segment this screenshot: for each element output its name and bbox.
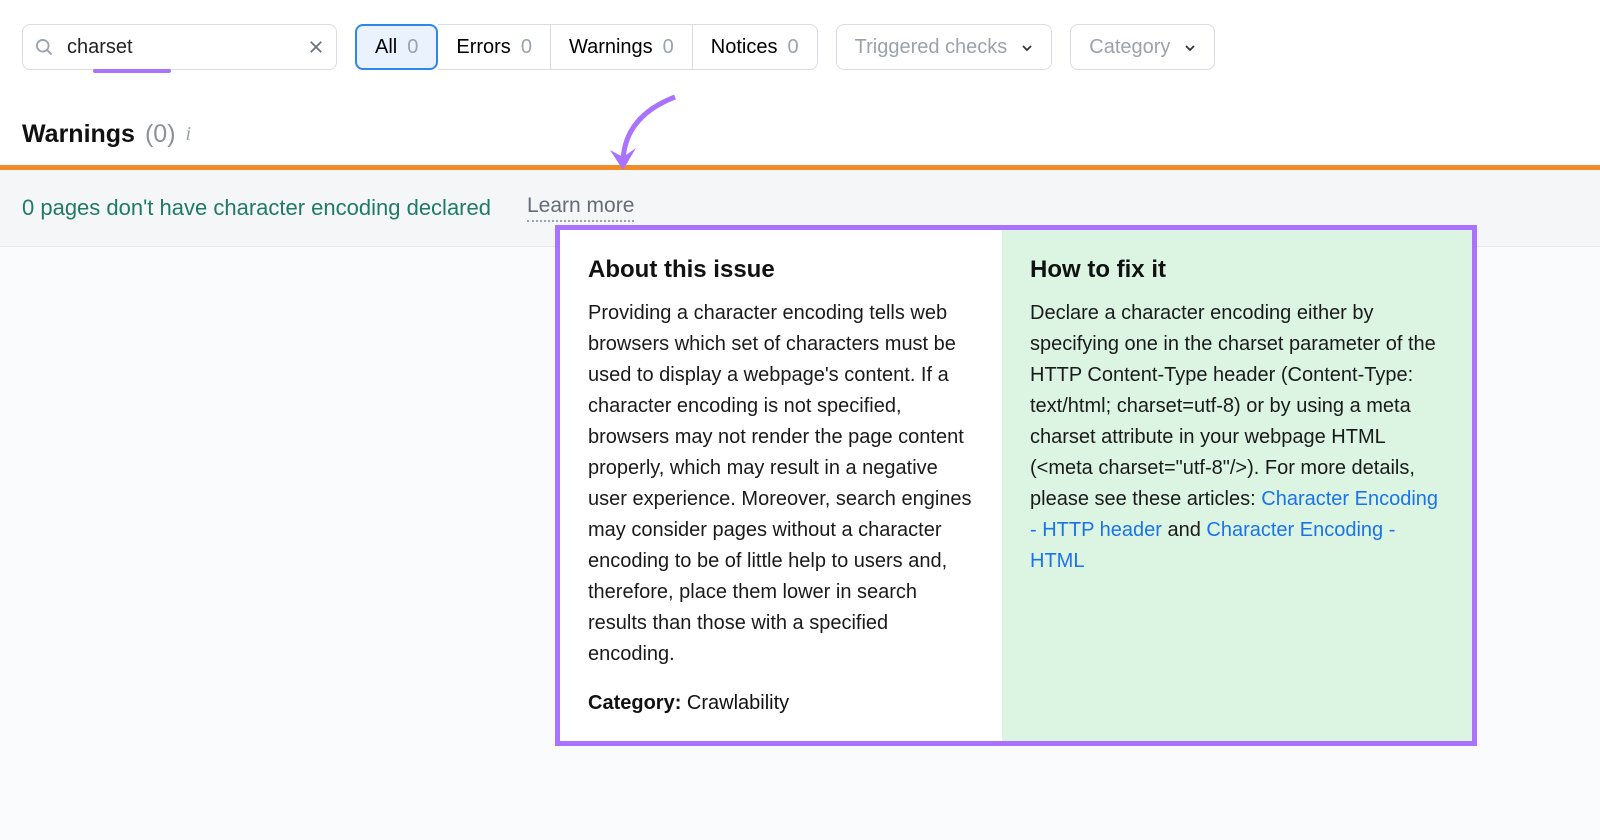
filter-count: 0 [788, 36, 799, 59]
fix-panel: How to fix it Declare a character encodi… [1002, 230, 1472, 741]
issue-details-popover: About this issue Providing a character e… [555, 225, 1477, 746]
filter-count: 0 [407, 36, 418, 59]
section-count: (0) [145, 120, 176, 149]
chevron-down-icon [1182, 40, 1196, 54]
filter-count: 0 [663, 36, 674, 59]
category-dropdown[interactable]: Category [1070, 24, 1215, 70]
category-line: Category: Crawlability [588, 692, 974, 715]
filter-label: Notices [711, 36, 778, 59]
search-field [22, 24, 337, 70]
chevron-down-icon [1019, 40, 1033, 54]
toolbar: All 0 Errors 0 Warnings 0 Notices 0 Trig… [0, 0, 1600, 88]
dropdown-label: Triggered checks [855, 36, 1008, 59]
section-header: Warnings (0) i [0, 88, 1600, 165]
about-panel: About this issue Providing a character e… [560, 230, 1002, 741]
dropdown-label: Category [1089, 36, 1170, 59]
category-value: Crawlability [687, 692, 789, 714]
issue-description[interactable]: 0 pages don't have character encoding de… [22, 195, 491, 221]
filter-notices[interactable]: Notices 0 [693, 24, 818, 70]
about-body: Providing a character encoding tells web… [588, 298, 974, 670]
filter-errors[interactable]: Errors 0 [438, 24, 551, 70]
category-label: Category: [588, 692, 681, 714]
learn-more-link[interactable]: Learn more [527, 194, 634, 222]
filter-count: 0 [521, 36, 532, 59]
fix-body-text: Declare a character encoding either by s… [1030, 302, 1436, 510]
search-highlight [93, 69, 171, 73]
filter-label: All [375, 36, 397, 59]
fix-body: Declare a character encoding either by s… [1030, 298, 1444, 577]
search-input[interactable] [22, 24, 337, 70]
section-title: Warnings [22, 120, 135, 149]
filter-warnings[interactable]: Warnings 0 [551, 24, 693, 70]
fix-heading: How to fix it [1030, 256, 1444, 284]
filter-label: Warnings [569, 36, 653, 59]
search-icon [34, 37, 54, 57]
clear-icon[interactable] [307, 38, 325, 56]
info-icon[interactable]: i [186, 123, 192, 146]
filter-tabs: All 0 Errors 0 Warnings 0 Notices 0 [355, 24, 818, 70]
filter-all[interactable]: All 0 [355, 24, 438, 70]
triggered-checks-dropdown[interactable]: Triggered checks [836, 24, 1053, 70]
about-heading: About this issue [588, 256, 974, 284]
link-separator: and [1167, 519, 1206, 541]
filter-label: Errors [456, 36, 510, 59]
